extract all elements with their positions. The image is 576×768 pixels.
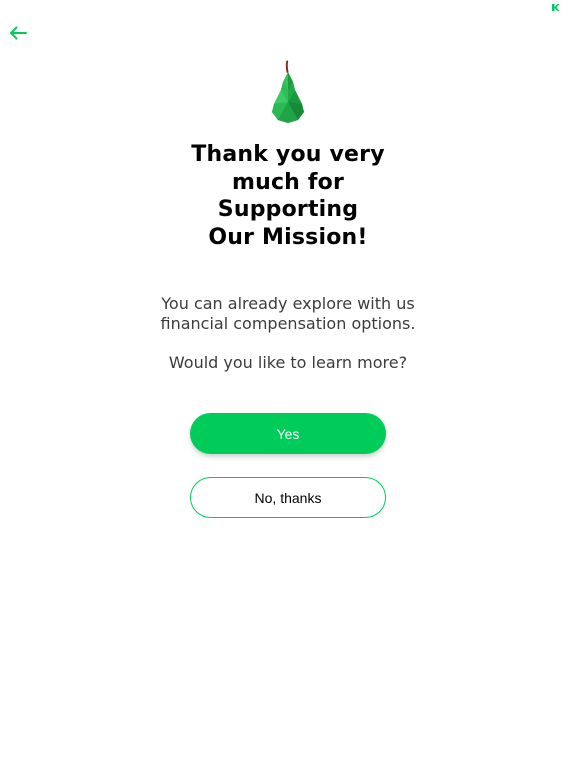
learn-more-question: Would you like to learn more? — [168, 353, 408, 372]
page-title: Thank you very much for Supporting Our M… — [138, 141, 438, 251]
thank-you-screen: Thank you very much for Supporting Our M… — [0, 0, 576, 768]
title-line: Thank you very — [191, 142, 385, 167]
no-thanks-button-label: No, thanks — [254, 489, 322, 506]
title-line: much for — [231, 169, 345, 195]
title-line: Supporting — [217, 197, 359, 222]
pear-icon — [272, 60, 304, 123]
info-message: You can already explore with us financia… — [108, 294, 468, 373]
title-line: Our Mission! — [208, 224, 368, 250]
compensation-text: You can already explore with us financia… — [108, 294, 468, 334]
yes-button[interactable]: Yes — [190, 413, 386, 454]
arrow-left-icon — [10, 26, 27, 40]
no-thanks-button[interactable]: No, thanks — [190, 477, 386, 518]
message-line: financial compensation options. — [160, 314, 416, 333]
message-line: You can already explore with us — [161, 294, 415, 313]
yes-button-label: Yes — [276, 425, 300, 442]
back-button[interactable] — [6, 22, 30, 44]
app-badge-icon — [552, 4, 560, 11]
